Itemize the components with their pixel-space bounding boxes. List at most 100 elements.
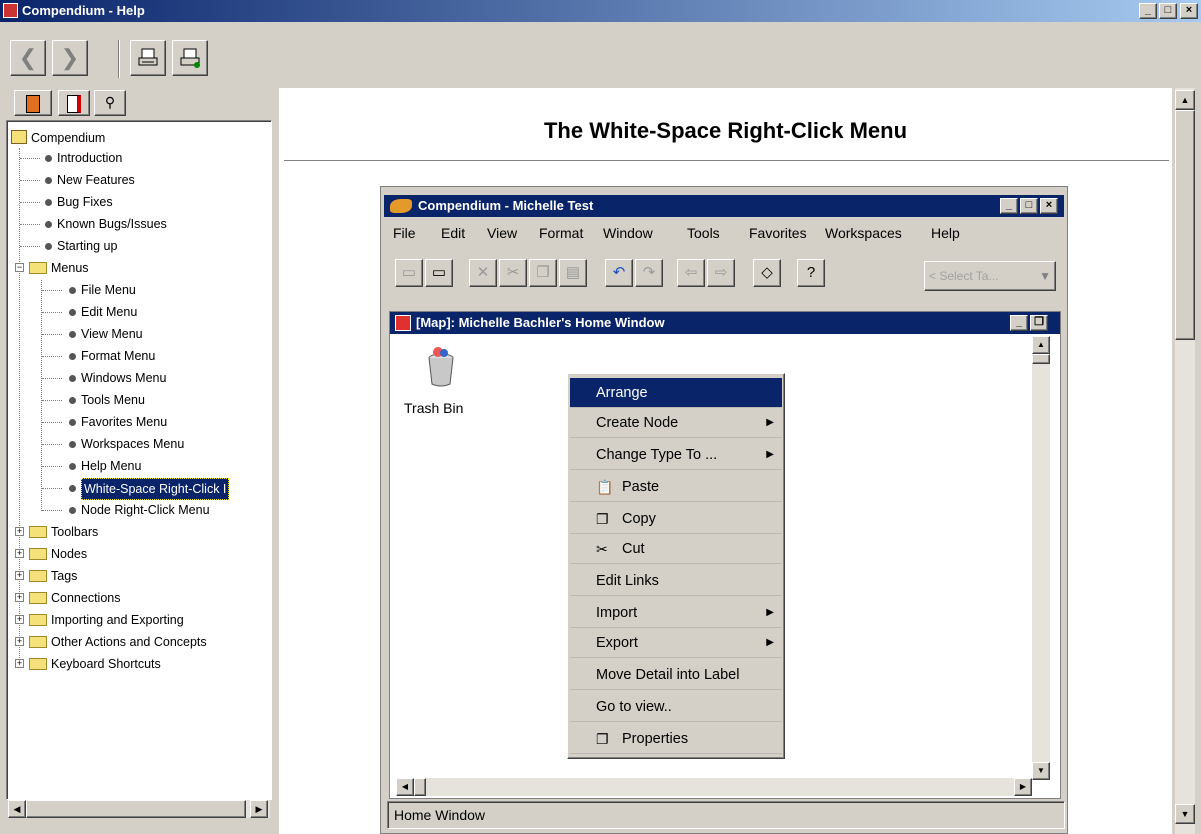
maximize-button[interactable]: □ xyxy=(1159,3,1177,19)
inner-maximize-button: □ xyxy=(1020,198,1038,214)
tab-search[interactable]: ⚲ xyxy=(94,90,126,116)
expand-icon[interactable]: + xyxy=(15,615,24,624)
expand-icon[interactable]: + xyxy=(15,527,24,536)
tree-item-label: Favorites Menu xyxy=(81,415,168,429)
context-menu-item-import[interactable]: Import ▶ xyxy=(570,598,782,628)
inner-toolbar-button: ▭ xyxy=(395,259,423,287)
tree-item-label: White-Space Right-Click I xyxy=(81,478,230,500)
undo-icon: ↶ xyxy=(612,264,626,281)
root-book-icon xyxy=(11,130,27,144)
index-icon xyxy=(67,95,81,113)
context-menu-item-change-type-to[interactable]: Change Type To ... ▶ xyxy=(570,440,782,470)
tab-index[interactable] xyxy=(58,90,90,116)
tree-folder-label: Other Actions and Concepts xyxy=(51,635,207,649)
topic-bullet-icon xyxy=(69,353,76,360)
printer-icon xyxy=(138,48,158,66)
pane-splitter[interactable] xyxy=(272,88,278,834)
map-scroll-up: ▲ xyxy=(1032,336,1050,354)
forward-button[interactable]: ❯ xyxy=(52,40,88,76)
submenu-arrow-icon: ▶ xyxy=(766,449,774,460)
tree-item-label: Introduction xyxy=(57,151,123,165)
context-menu-item-export[interactable]: Export ▶ xyxy=(570,628,782,658)
tree-item-label: Bug Fixes xyxy=(57,195,113,209)
context-menu-item-copy[interactable]: ❐ Copy xyxy=(570,504,782,534)
inner-toolbar-button: ✂ xyxy=(499,259,527,287)
topic-bullet-icon xyxy=(69,419,76,426)
inner-menu-window: Window xyxy=(603,225,653,241)
inner-toolbar-button: ◇ xyxy=(753,259,781,287)
scroll-down-button[interactable]: ▼ xyxy=(1175,804,1195,824)
inner-toolbar-button: ▤ xyxy=(559,259,587,287)
tree-folder-label: Menus xyxy=(51,261,89,275)
print-button[interactable] xyxy=(130,40,166,76)
expand-icon[interactable]: + xyxy=(15,593,24,602)
context-menu-item-cut[interactable]: ✂ Cut xyxy=(570,534,782,564)
content-vscrollbar[interactable]: ▲ ▼ xyxy=(1175,88,1195,834)
forward-icon: ⇨ xyxy=(714,264,728,281)
topic-bullet-icon xyxy=(45,221,52,228)
context-menu-item-paste[interactable]: 📋 Paste xyxy=(570,472,782,502)
expand-icon[interactable]: + xyxy=(15,637,24,646)
inner-close-button: × xyxy=(1040,198,1058,214)
context-menu-item-move-detail-into-label[interactable]: Move Detail into Label xyxy=(570,660,782,690)
context-menu-item-properties[interactable]: ❐ Properties xyxy=(570,724,782,754)
tab-contents[interactable] xyxy=(14,90,52,116)
topic-bullet-icon xyxy=(69,375,76,382)
topic-bullet-icon xyxy=(69,507,76,514)
inner-toolbar-button: ⇦ xyxy=(677,259,705,287)
tree-hscrollbar[interactable]: ◀ ▶ xyxy=(8,800,270,818)
cut-icon: ✂ xyxy=(506,264,520,281)
search-icon: ⚲ xyxy=(104,94,116,110)
tree-item-label: Help Menu xyxy=(81,459,142,473)
back-button[interactable]: ❮ xyxy=(10,40,46,76)
scroll-thumb[interactable] xyxy=(26,800,246,818)
map-scroll-down: ▼ xyxy=(1032,762,1050,780)
open-icon: ▭ xyxy=(401,264,417,281)
topic-bullet-icon xyxy=(45,177,52,184)
delete-icon: ✕ xyxy=(476,264,490,281)
scroll-up-button[interactable]: ▲ xyxy=(1175,90,1195,110)
context-menu-item-arrange[interactable]: Arrange xyxy=(570,378,782,408)
context-menu-item-go-to-view[interactable]: Go to view.. xyxy=(570,692,782,722)
tree-folder-label: Toolbars xyxy=(51,525,99,539)
folder-icon xyxy=(29,614,47,626)
inner-menu-workspaces: Workspaces xyxy=(825,225,902,241)
map-minimize-button: _ xyxy=(1010,315,1028,331)
folder-open-icon xyxy=(29,262,47,274)
properties-icon: ❐ xyxy=(596,731,609,747)
tree-folder-label: Tags xyxy=(51,569,78,583)
content-scroll-thumb[interactable] xyxy=(1175,110,1195,340)
nav-tabs: ⚲ xyxy=(6,88,272,118)
map-title-bar: [Map]: Michelle Bachler's Home Window _ … xyxy=(390,312,1060,334)
folder-icon xyxy=(29,570,47,582)
cut-icon: ✂ xyxy=(596,541,608,557)
context-menu: Arrange Create Node ▶ Change Type To ... ▶ 📋 P… xyxy=(567,373,785,759)
tree-item-label: File Menu xyxy=(81,283,136,297)
print-setup-button[interactable] xyxy=(172,40,208,76)
arrow-left-icon: ❮ xyxy=(18,45,38,70)
submenu-arrow-icon: ▶ xyxy=(766,417,774,428)
expand-icon[interactable]: + xyxy=(15,571,24,580)
heading-rule xyxy=(284,160,1169,162)
printer-setup-icon xyxy=(180,48,200,68)
window-title: Compendium - Help xyxy=(22,3,145,18)
tree-item-label: Workspaces Menu xyxy=(81,437,185,451)
inner-toolbar-button: ↷ xyxy=(635,259,663,287)
contents-tree: Compendium Introduction New Features Bug F… xyxy=(6,120,272,800)
expand-icon[interactable]: + xyxy=(15,659,24,668)
topic-bullet-icon xyxy=(69,287,76,294)
copy-icon: ❐ xyxy=(536,264,550,281)
map-restore-button: ❐ xyxy=(1030,315,1048,331)
topic-bullet-icon xyxy=(45,155,52,162)
collapse-icon[interactable]: − xyxy=(15,263,24,272)
inner-toolbar-button: ▭ xyxy=(425,259,453,287)
expand-icon[interactable]: + xyxy=(15,549,24,558)
redo-icon: ↷ xyxy=(642,264,656,281)
scroll-right-button[interactable]: ▶ xyxy=(250,800,268,818)
context-menu-item-create-node[interactable]: Create Node ▶ xyxy=(570,408,782,438)
context-menu-item-edit-links[interactable]: Edit Links xyxy=(570,566,782,596)
close-button[interactable]: × xyxy=(1180,3,1198,19)
inner-toolbar-button: ↶ xyxy=(605,259,633,287)
minimize-button[interactable]: _ xyxy=(1139,3,1157,19)
scroll-left-button[interactable]: ◀ xyxy=(8,800,26,818)
